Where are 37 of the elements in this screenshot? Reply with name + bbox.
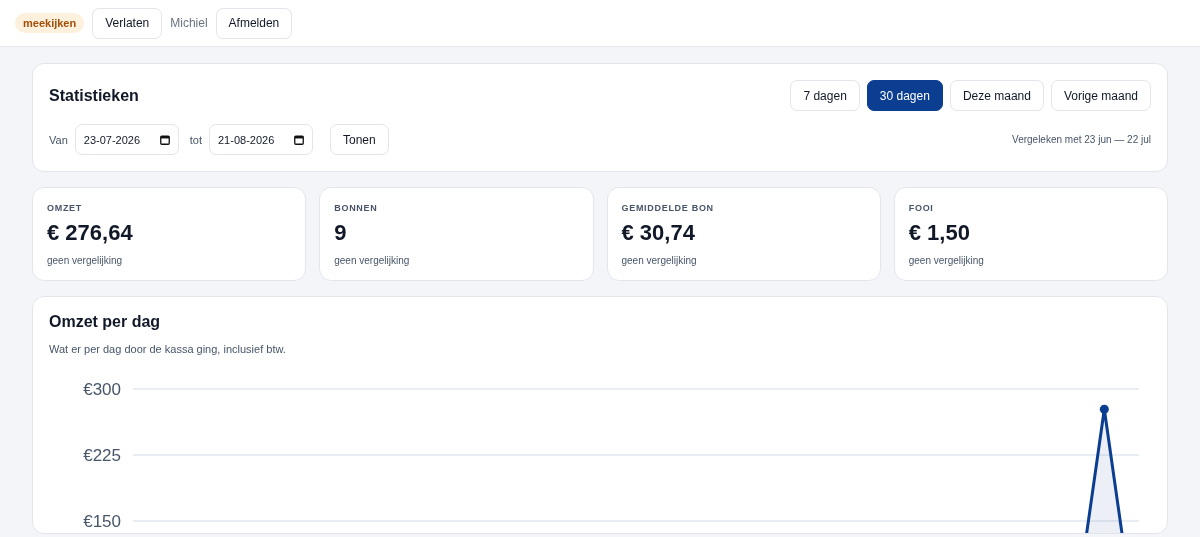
period-button[interactable]: Deze maand	[949, 80, 1044, 111]
chart-subtitle: Wat er per dag door de kassa ging, inclusief btw.	[49, 343, 287, 355]
date-input[interactable]: 21-08-2026	[218, 133, 284, 146]
kpi-label: OMZET	[47, 203, 83, 213]
period-button[interactable]: 7 dagen	[790, 80, 860, 111]
period-button[interactable]: Vorige maand	[1050, 80, 1151, 111]
mode-badge: meekijken	[15, 13, 85, 33]
kpi-note: geen vergelijking	[334, 255, 411, 266]
show-button[interactable]: Tonen	[330, 124, 389, 155]
date-input[interactable]: 23-07-2026	[83, 133, 150, 146]
kpi-label: GEMIDDELDE BON	[621, 203, 715, 213]
logout-button[interactable]: Afmelden	[215, 7, 293, 39]
axis-label: €225	[83, 446, 121, 465]
axis-label: €300	[83, 380, 121, 399]
comparison-text: Vergeleken met 23 jun — 22 jul	[1012, 134, 1151, 145]
from-label: Van	[49, 133, 68, 146]
user-name: Michiel	[170, 16, 208, 30]
kpi-label: FOOI	[908, 203, 935, 213]
to-label: tot	[189, 133, 202, 146]
kpi-value: € 30,74	[621, 220, 696, 246]
leave-button[interactable]: Verlaten	[92, 7, 163, 39]
chart-title: Omzet per dag	[49, 313, 162, 331]
kpi-note: geen vergelijking	[47, 255, 124, 266]
calendar-icon[interactable]	[159, 134, 170, 145]
page-title: Statistieken	[49, 86, 139, 105]
kpi-label: BONNEN	[334, 203, 379, 213]
data-point	[1099, 404, 1109, 414]
axis-label: €150	[83, 512, 121, 531]
kpi-value: € 276,64	[47, 220, 134, 246]
period-button[interactable]: 30 dagen	[866, 80, 943, 111]
kpi-value: 9	[334, 220, 348, 246]
calendar-icon[interactable]	[294, 134, 304, 145]
from-date-field[interactable]: 23-07-2026	[74, 124, 179, 155]
kpi-note: geen vergelijking	[908, 255, 985, 266]
kpi-note: geen vergelijking	[621, 255, 698, 266]
to-date-field[interactable]: 21-08-2026	[209, 124, 313, 155]
kpi-value: € 1,50	[908, 220, 971, 246]
